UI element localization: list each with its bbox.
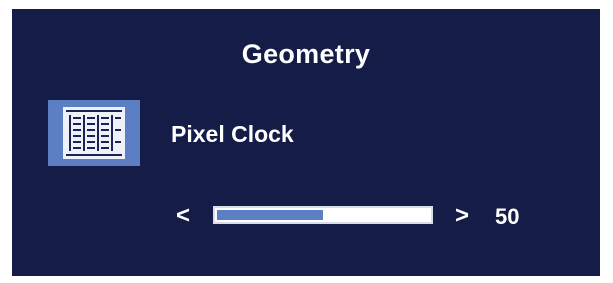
menu-title: Geometry xyxy=(241,39,371,69)
decrease-arrow-icon[interactable]: < xyxy=(176,204,190,228)
increase-arrow-icon[interactable]: > xyxy=(455,204,469,228)
pixel-clock-icon-graphic xyxy=(63,107,125,159)
osd-menu-panel: Geometry Pixel Clock < > 50 xyxy=(12,9,600,276)
slider-value: 50 xyxy=(495,204,520,229)
pixel-clock-slider[interactable] xyxy=(213,206,433,224)
slider-fill xyxy=(217,210,323,220)
pixel-clock-icon xyxy=(48,100,140,166)
pixel-clock-label: Pixel Clock xyxy=(171,121,294,147)
